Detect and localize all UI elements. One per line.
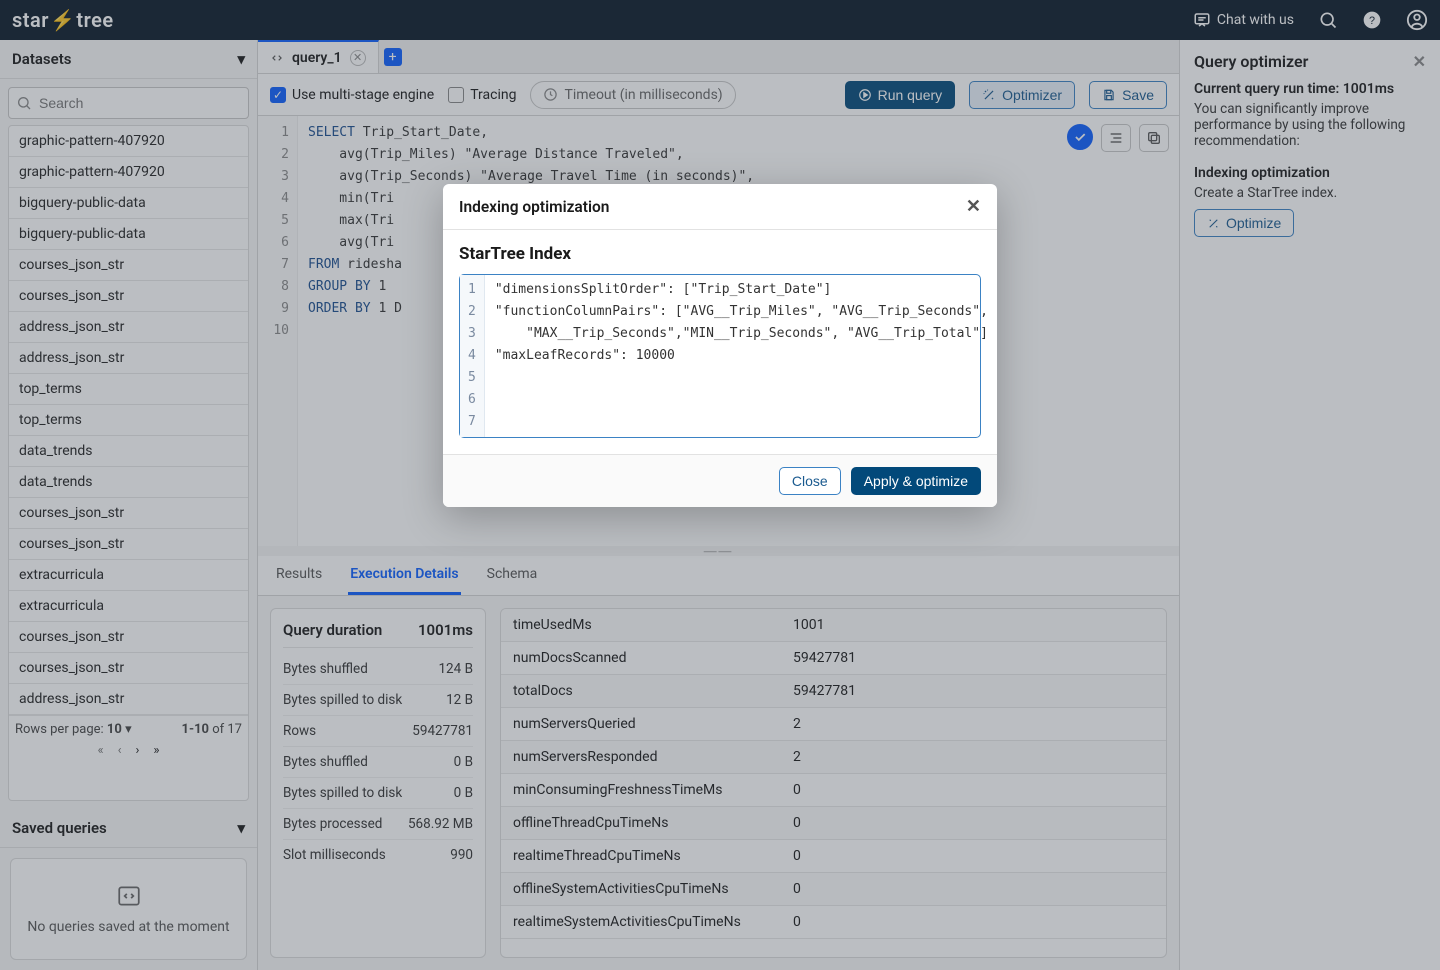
close-button[interactable]: Close	[779, 467, 841, 495]
indexing-modal: Indexing optimization ✕ StarTree Index 1…	[443, 184, 997, 507]
close-icon[interactable]: ✕	[966, 196, 981, 217]
apply-optimize-button[interactable]: Apply & optimize	[851, 467, 981, 495]
modal-overlay[interactable]: Indexing optimization ✕ StarTree Index 1…	[0, 0, 1440, 970]
json-editor[interactable]: 1234567 "dimensionsSplitOrder": ["Trip_S…	[459, 274, 981, 438]
modal-title: Indexing optimization	[459, 198, 609, 216]
modal-subtitle: StarTree Index	[459, 244, 981, 264]
